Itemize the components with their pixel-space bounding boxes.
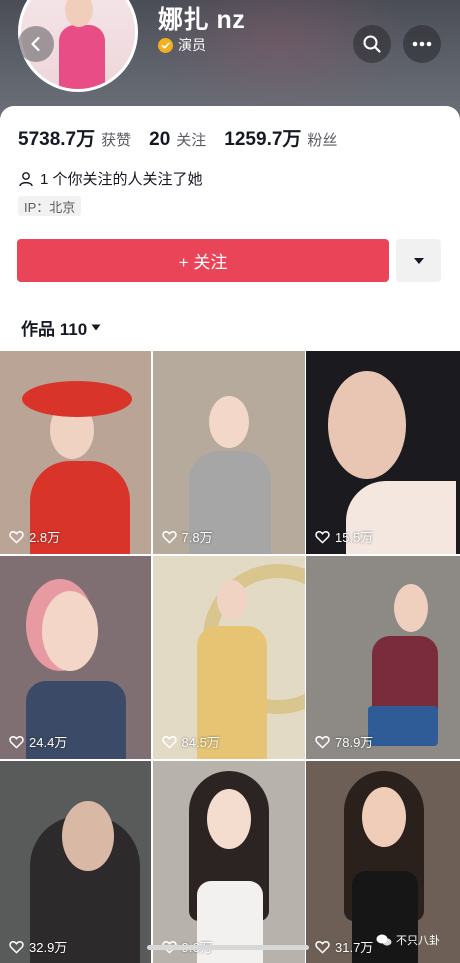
heart-icon xyxy=(315,530,330,544)
like-count-text: 15.5万 xyxy=(335,530,374,545)
like-count-text: 7.8万 xyxy=(181,530,213,545)
status-bar-icons xyxy=(334,0,444,4)
tab-works[interactable]: 作品 110 xyxy=(21,315,101,340)
caret-down-icon xyxy=(91,324,101,331)
video-thumbnail[interactable]: 24.4万 xyxy=(0,556,151,759)
thumbnail-figure-head xyxy=(328,371,406,479)
recommend-dropdown-button[interactable] xyxy=(396,239,441,282)
chevron-left-icon xyxy=(31,36,40,52)
stat-label: 粉丝 xyxy=(307,132,338,149)
back-button[interactable] xyxy=(18,26,54,62)
like-count: 15.5万 xyxy=(315,527,373,546)
video-thumbnail[interactable]: 15.5万 xyxy=(306,351,460,554)
watermark-text: 不只八卦 xyxy=(396,935,440,947)
video-grid: 2.8万 7.8万 15.5万 24.4万 84.5万 78.9万 32.9万 … xyxy=(0,351,460,963)
stat-likes[interactable]: 5738.7万 获赞 xyxy=(18,124,131,151)
thumbnail-figure-head xyxy=(362,787,406,847)
stat-value: 1259.7万 xyxy=(224,129,302,150)
like-count-text: 78.9万 xyxy=(335,735,374,750)
video-thumbnail[interactable]: 78.9万 xyxy=(306,556,460,759)
like-count-text: 24.4万 xyxy=(29,735,68,750)
avatar-figure-face xyxy=(65,0,93,27)
stat-label: 获赞 xyxy=(101,132,132,149)
search-button[interactable] xyxy=(353,25,391,63)
like-count: 2.8万 xyxy=(9,527,60,546)
heart-icon xyxy=(9,735,24,749)
mutual-follow-row[interactable]: 1 个你关注的人关注了她 xyxy=(18,168,203,189)
like-count-text: 32.9万 xyxy=(29,940,68,955)
video-thumbnail[interactable]: 7.8万 xyxy=(152,351,305,554)
follow-button[interactable]: + 关注 xyxy=(17,239,389,282)
stat-value: 20 xyxy=(149,129,171,150)
thumbnail-figure-head xyxy=(216,580,247,620)
like-count: 7.8万 xyxy=(161,527,213,546)
watermark: 不只八卦 xyxy=(376,932,440,948)
more-dots-icon xyxy=(412,41,432,47)
like-count: 78.9万 xyxy=(315,732,373,751)
search-icon xyxy=(363,35,381,53)
like-count-text: 31.7万 xyxy=(335,940,374,955)
thumbnail-figure-head xyxy=(394,584,428,632)
heart-icon xyxy=(9,940,24,954)
thumbnail-hat xyxy=(22,381,132,417)
wechat-icon xyxy=(376,934,392,946)
tab-works-label: 作品 110 xyxy=(21,320,88,339)
verify-row: 演员 xyxy=(158,35,206,55)
like-count: 32.9万 xyxy=(9,937,67,956)
profile-info-panel: 5738.7万 获赞 20 关注 1259.7万 粉丝 1 个你关注的人关注了她… xyxy=(0,106,460,351)
ip-location-tag: IP：北京 xyxy=(18,196,82,216)
verified-badge-icon xyxy=(158,37,173,53)
video-thumbnail[interactable]: 2.8万 xyxy=(0,351,151,554)
heart-icon xyxy=(9,530,24,544)
like-count-text: 2.8万 xyxy=(29,530,61,545)
like-count-text: 84.5万 xyxy=(181,735,220,750)
caret-down-icon xyxy=(413,257,424,264)
person-icon xyxy=(19,171,33,186)
stat-label: 关注 xyxy=(176,132,207,149)
verify-label: 演员 xyxy=(178,37,206,53)
like-count: 84.5万 xyxy=(161,732,220,751)
thumbnail-figure-head xyxy=(62,801,114,871)
heart-icon xyxy=(315,735,330,749)
stat-value: 5738.7万 xyxy=(18,129,96,150)
heart-icon xyxy=(161,530,177,544)
stat-following[interactable]: 20 关注 xyxy=(149,129,206,151)
stat-followers[interactable]: 1259.7万 粉丝 xyxy=(224,124,337,151)
video-thumbnail[interactable]: 32.9万 xyxy=(0,761,151,963)
home-indicator[interactable] xyxy=(147,945,309,950)
thumbnail-figure-head xyxy=(42,591,98,671)
heart-icon xyxy=(161,735,177,749)
follow-button-label: + 关注 xyxy=(178,253,228,272)
like-count: 31.7万 xyxy=(315,937,373,956)
video-thumbnail[interactable]: 84.5万 xyxy=(152,556,305,759)
video-thumbnail[interactable]: 9.6万 xyxy=(152,761,305,963)
thumbnail-skirt xyxy=(368,706,438,746)
more-options-button[interactable] xyxy=(403,25,441,63)
avatar-figure-dress xyxy=(59,25,105,89)
mutual-follow-text: 1 个你关注的人关注了她 xyxy=(40,171,203,188)
thumbnail-figure-head xyxy=(206,789,251,849)
like-count: 24.4万 xyxy=(9,732,67,751)
thumbnail-figure-head xyxy=(208,396,249,448)
profile-name: 娜扎 nz xyxy=(158,6,246,34)
heart-icon xyxy=(315,940,330,954)
stats-row: 5738.7万 获赞 20 关注 1259.7万 粉丝 xyxy=(18,124,355,151)
